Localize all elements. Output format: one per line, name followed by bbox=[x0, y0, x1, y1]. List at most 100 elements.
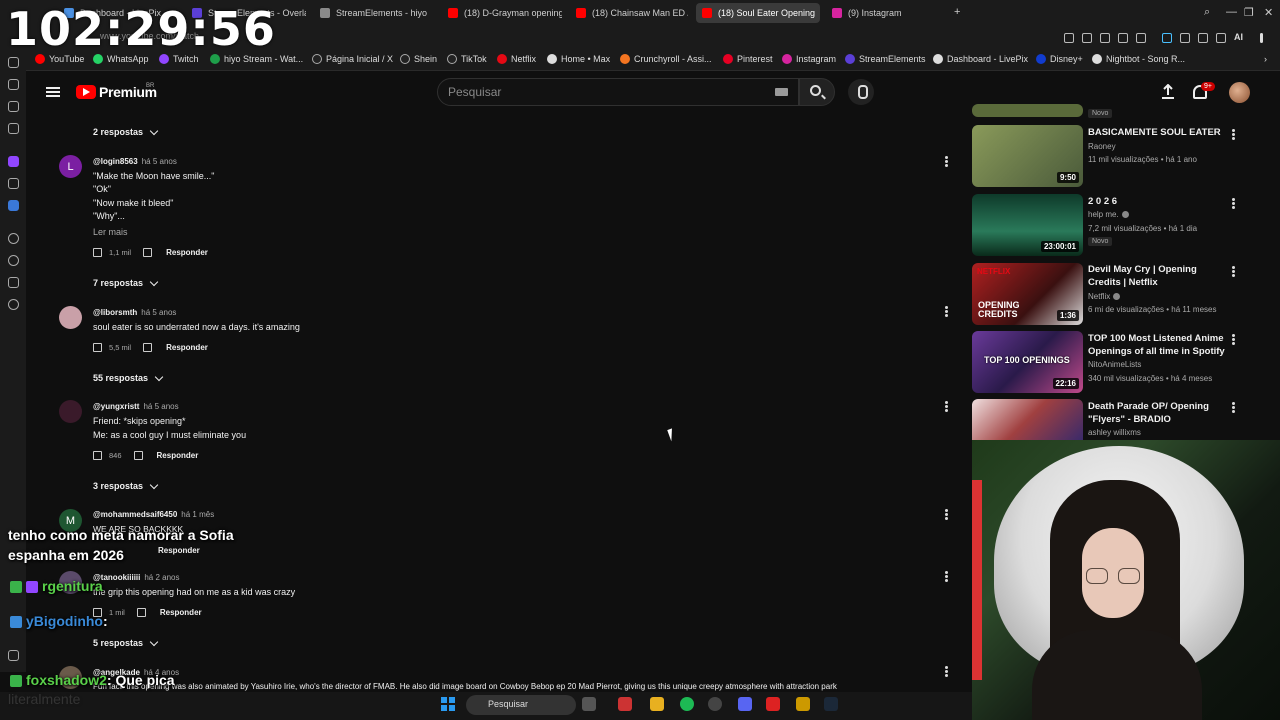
comment-menu-icon[interactable] bbox=[945, 575, 948, 578]
bookmark-livepix[interactable]: Dashboard - LivePix bbox=[933, 54, 1028, 64]
comment-menu-icon[interactable] bbox=[945, 513, 948, 516]
video-channel[interactable]: NitoAnimeLists bbox=[1088, 360, 1141, 369]
obs-icon[interactable] bbox=[708, 697, 722, 711]
comment-menu-icon[interactable] bbox=[945, 670, 948, 673]
flag-icon[interactable] bbox=[8, 79, 19, 90]
dislike-icon[interactable] bbox=[133, 451, 143, 460]
video-thumbnail[interactable] bbox=[972, 399, 1083, 440]
reply-button[interactable]: Responder bbox=[166, 343, 208, 352]
menu-icon[interactable] bbox=[46, 87, 60, 97]
search-tabs-icon[interactable]: ⌕ bbox=[1204, 6, 1210, 19]
dislike-icon[interactable] bbox=[136, 608, 146, 617]
comment-author[interactable]: @login8563 há 5 anos bbox=[93, 157, 177, 166]
bookmark-shein[interactable]: Shein bbox=[400, 54, 437, 64]
video-thumbnail[interactable] bbox=[972, 104, 1083, 117]
video-channel[interactable]: Raoney bbox=[1088, 142, 1116, 151]
sidebar-more-icon[interactable] bbox=[8, 650, 19, 661]
comment-avatar[interactable] bbox=[59, 400, 82, 423]
taskbar-app-icon[interactable] bbox=[766, 697, 780, 711]
video-channel[interactable]: Netflix bbox=[1088, 292, 1121, 301]
video-thumbnail[interactable]: 23:00:01 bbox=[972, 194, 1083, 256]
bookmark-max[interactable]: Home • Max bbox=[547, 54, 610, 64]
video-menu-icon[interactable] bbox=[1232, 270, 1235, 273]
video-title[interactable]: Death Parade OP/ Opening "Flyers" - BRAD… bbox=[1088, 400, 1228, 426]
bookmark-netflix[interactable]: Netflix bbox=[497, 54, 536, 64]
comment-menu-icon[interactable] bbox=[945, 405, 948, 408]
extension-icon[interactable] bbox=[1118, 33, 1128, 43]
tab-soul-eater-active[interactable]: (18) Soul Eater Opening bbox=[696, 3, 820, 23]
history-icon[interactable] bbox=[8, 57, 19, 68]
reply-button[interactable]: Responder bbox=[157, 451, 199, 460]
video-title[interactable]: TOP 100 Most Listened Anime Openings of … bbox=[1088, 332, 1228, 358]
reply-button[interactable]: Responder bbox=[166, 248, 208, 257]
comment-author[interactable]: @mohammedsaif6450 há 1 mês bbox=[93, 510, 214, 519]
comment-menu-icon[interactable] bbox=[945, 160, 948, 163]
video-thumbnail[interactable]: TOP 100 OPENINGS 22:16 bbox=[972, 331, 1083, 393]
reply-button[interactable]: Responder bbox=[158, 546, 200, 555]
bookmark-tiktok[interactable]: TikTok bbox=[447, 54, 487, 64]
video-menu-icon[interactable] bbox=[1232, 202, 1235, 205]
replies-toggle[interactable]: 5 respostas bbox=[93, 637, 159, 648]
comment-avatar[interactable]: L bbox=[59, 155, 82, 178]
dislike-icon[interactable] bbox=[143, 343, 153, 352]
extension-icon[interactable] bbox=[1198, 33, 1208, 43]
tab-instagram[interactable]: (9) Instagram bbox=[826, 3, 946, 23]
app-icon[interactable] bbox=[8, 200, 19, 211]
video-thumbnail[interactable]: 9:50 bbox=[972, 125, 1083, 187]
bookmark-disney[interactable]: Disney+ bbox=[1036, 54, 1083, 64]
windows-start-icon[interactable] bbox=[441, 697, 455, 711]
reply-button[interactable]: Responder bbox=[160, 608, 202, 617]
video-menu-icon[interactable] bbox=[1232, 338, 1235, 341]
video-thumbnail[interactable]: NETFLIX OPENING CREDITS 1:36 bbox=[972, 263, 1083, 325]
dislike-icon[interactable] bbox=[143, 248, 153, 257]
ai-extension-label[interactable]: AI bbox=[1234, 32, 1243, 42]
comment-author[interactable]: @tanookiiiiii há 2 anos bbox=[93, 573, 180, 582]
like-icon[interactable] bbox=[93, 343, 102, 352]
extension-icon[interactable] bbox=[1082, 33, 1092, 43]
bookmark-instagram[interactable]: Instagram bbox=[782, 54, 836, 64]
comment-avatar[interactable] bbox=[59, 306, 82, 329]
steam-icon[interactable] bbox=[824, 697, 838, 711]
voice-search-icon[interactable] bbox=[848, 79, 874, 105]
bookmark-pinterest[interactable]: Pinterest bbox=[723, 54, 773, 64]
comment-author[interactable]: @yungxristt há 5 anos bbox=[93, 402, 179, 411]
extension-icon[interactable] bbox=[1064, 33, 1074, 43]
account-avatar[interactable] bbox=[1229, 82, 1250, 103]
bookmark-streamelements[interactable]: StreamElements bbox=[845, 54, 926, 64]
video-title[interactable]: BASICAMENTE SOUL EATER bbox=[1088, 126, 1228, 139]
upload-icon[interactable] bbox=[1161, 84, 1175, 100]
taskbar-app-icon[interactable] bbox=[582, 697, 596, 711]
read-more-link[interactable]: Ler mais bbox=[93, 227, 128, 237]
replies-toggle[interactable]: 55 respostas bbox=[93, 372, 164, 383]
maximize-icon[interactable]: ❐ bbox=[1244, 6, 1254, 19]
tab-chainsaw-man[interactable]: (18) Chainsaw Man ED / E bbox=[570, 3, 688, 23]
like-icon[interactable] bbox=[93, 451, 102, 460]
replies-toggle[interactable]: 7 respostas bbox=[93, 277, 159, 288]
taskbar-app-icon[interactable] bbox=[618, 697, 632, 711]
bookmark-crunchyroll[interactable]: Crunchyroll - Assi... bbox=[620, 54, 712, 64]
tab-dgrayman[interactable]: (18) D-Grayman opening bbox=[442, 3, 562, 23]
discord-icon[interactable] bbox=[738, 697, 752, 711]
video-title[interactable]: 2 0 2 6 bbox=[1088, 195, 1228, 208]
bookmark-nightbot[interactable]: Nightbot - Song R... bbox=[1092, 54, 1185, 64]
video-channel[interactable]: help me. bbox=[1088, 210, 1129, 219]
menu-kebab-icon[interactable] bbox=[1260, 33, 1263, 43]
like-icon[interactable] bbox=[93, 248, 102, 257]
youtube-logo-icon[interactable] bbox=[76, 85, 96, 99]
clock-icon[interactable] bbox=[8, 255, 19, 266]
video-channel[interactable]: ashley willixms bbox=[1088, 428, 1141, 437]
taskbar-app-icon[interactable] bbox=[796, 697, 810, 711]
extension-icon[interactable] bbox=[1162, 33, 1172, 43]
minimize-icon[interactable]: — bbox=[1226, 6, 1237, 18]
mail-icon[interactable] bbox=[8, 123, 19, 134]
video-menu-icon[interactable] bbox=[1232, 406, 1235, 409]
puzzle-icon[interactable] bbox=[8, 277, 19, 288]
close-icon[interactable]: ✕ bbox=[1264, 6, 1273, 19]
extension-icon[interactable] bbox=[1100, 33, 1110, 43]
replies-toggle[interactable]: 2 respostas bbox=[93, 126, 159, 137]
download-icon[interactable] bbox=[1216, 33, 1226, 43]
bookmarks-more-icon[interactable]: › bbox=[1264, 54, 1267, 64]
folder-icon[interactable] bbox=[650, 697, 664, 711]
twitch-icon[interactable] bbox=[8, 156, 19, 167]
comment-menu-icon[interactable] bbox=[945, 310, 948, 313]
